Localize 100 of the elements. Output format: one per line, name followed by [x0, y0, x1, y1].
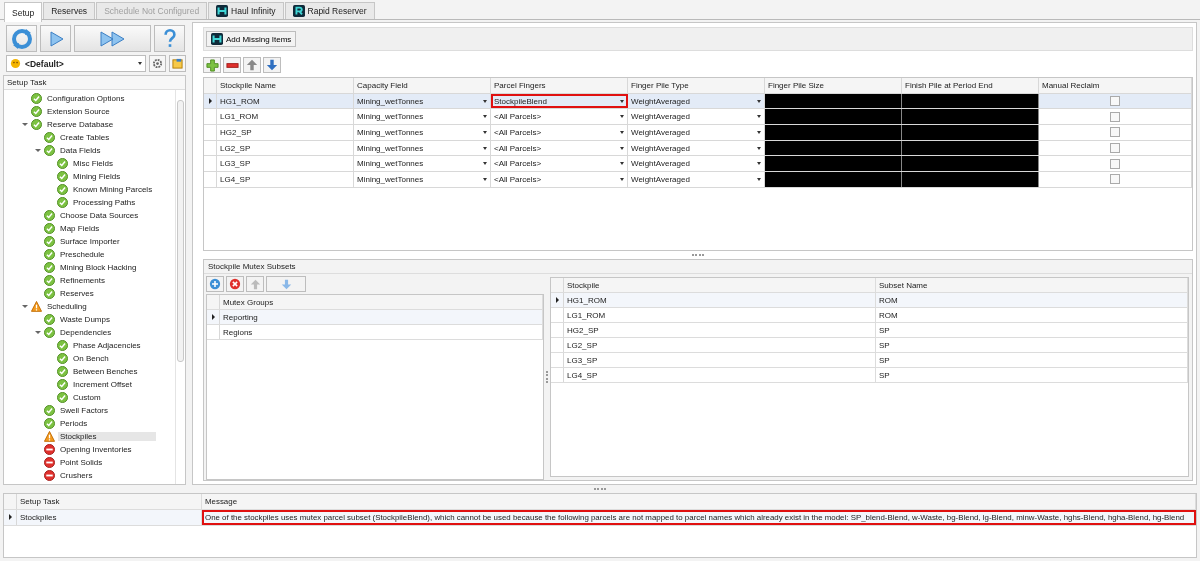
tree-item[interactable]: Opening Inventories	[58, 445, 134, 454]
splitter-grip[interactable]	[594, 487, 606, 490]
tree-item[interactable]: Mining Block Hacking	[58, 263, 139, 272]
tree-item[interactable]: On Bench	[71, 354, 111, 363]
dropdown-cell[interactable]: Mining_wetTonnes	[354, 125, 491, 140]
fast-forward-button[interactable]	[74, 25, 151, 52]
expander-icon[interactable]	[34, 329, 41, 336]
dropdown-cell[interactable]: Mining_wetTonnes	[354, 140, 491, 156]
notes-button[interactable]	[169, 55, 186, 72]
tree-item[interactable]: Known Mining Parcels	[71, 185, 155, 194]
dropdown-cell[interactable]: StockpileBlend	[491, 93, 628, 109]
tree-item[interactable]: Data Fields	[58, 146, 103, 155]
tree-item[interactable]: Custom	[71, 393, 103, 402]
tree-item[interactable]: Misc Fields	[71, 159, 115, 168]
current-row-icon	[555, 297, 559, 303]
expander-icon[interactable]	[21, 303, 28, 310]
tree-item[interactable]: Dependencies	[58, 328, 114, 337]
tab[interactable]: Rapid Reserver	[284, 2, 375, 19]
dropdown-cell[interactable]: Mining_wetTonnes	[354, 156, 491, 172]
gear-icon	[152, 58, 163, 69]
table-cell: SP	[876, 338, 1188, 352]
table-cell[interactable]: Regions	[220, 325, 543, 339]
dropdown-cell[interactable]: <All Parcels>	[491, 109, 628, 125]
tree-item[interactable]: Increment Offset	[71, 380, 134, 389]
table-cell: SP	[876, 353, 1188, 367]
dropdown-cell[interactable]: <All Parcels>	[491, 140, 628, 156]
down-arrow-icon	[280, 278, 292, 290]
move-up-button[interactable]	[243, 57, 261, 73]
tree-item[interactable]: Point Solids	[58, 458, 105, 467]
tree-item[interactable]: Choose Data Sources	[58, 211, 141, 220]
add-button[interactable]	[203, 57, 221, 73]
tree-item[interactable]: Surface Importer	[58, 237, 122, 246]
current-row-icon	[8, 514, 12, 521]
plus-icon	[205, 58, 219, 72]
column-header: Finish Pile at Period End	[902, 78, 1039, 93]
delete-icon	[229, 278, 241, 290]
checkbox[interactable]	[1110, 96, 1120, 107]
tree-item[interactable]: Extension Source	[45, 107, 112, 116]
scrollbar-thumb[interactable]	[177, 100, 184, 362]
column-header: Stockpile	[564, 278, 876, 292]
dropdown-cell[interactable]: Mining_wetTonnes	[354, 93, 491, 109]
expander-icon[interactable]	[34, 147, 41, 154]
checkbox[interactable]	[1110, 111, 1120, 122]
expander-icon[interactable]	[21, 121, 28, 128]
table-cell: HG1_ROM	[564, 293, 876, 307]
dropdown-cell[interactable]: Mining_wetTonnes	[354, 172, 491, 187]
tree-item[interactable]: Reserve Database	[45, 120, 116, 129]
checkbox[interactable]	[1110, 174, 1120, 185]
tree-item[interactable]: Mining Fields	[71, 172, 123, 181]
tree-item[interactable]: Scheduling	[45, 302, 89, 311]
tree-item[interactable]: Stockpiles	[58, 432, 157, 441]
tree-item[interactable]: Reserves	[58, 289, 96, 298]
tab[interactable]: Reserves	[43, 2, 96, 19]
tree-item[interactable]: Processing Paths	[71, 198, 138, 207]
checkbox[interactable]	[1110, 143, 1120, 154]
tree-item[interactable]: Phase Adjacencies	[71, 341, 143, 350]
table-cell: LG3_SP	[564, 353, 876, 367]
move-down-button[interactable]	[263, 57, 281, 73]
panel-title: Stockpile Mutex Subsets	[204, 260, 1192, 274]
remove-button[interactable]	[223, 57, 241, 73]
dropdown-cell[interactable]: <All Parcels>	[491, 156, 628, 172]
logo-icon	[292, 5, 305, 17]
column-header: Mutex Groups	[220, 295, 543, 309]
profile-dropdown[interactable]: <Default>	[6, 55, 146, 72]
help-button[interactable]	[154, 25, 185, 52]
refresh-button[interactable]	[6, 25, 37, 52]
clipboard-icon	[172, 58, 183, 69]
checkbox[interactable]	[1110, 158, 1120, 169]
down-arrow-icon	[266, 59, 278, 71]
tree-item[interactable]: Periods	[58, 419, 90, 428]
tree-item[interactable]: Waste Dumps	[58, 315, 112, 324]
dropdown-caret-icon	[138, 62, 142, 65]
column-header: Setup Task	[4, 76, 185, 90]
tree-item[interactable]: Create Tables	[58, 133, 112, 142]
table-cell: SP	[876, 323, 1188, 337]
tree-item[interactable]: Map Fields	[58, 224, 102, 233]
table-cell: LG1_ROM	[217, 109, 354, 125]
checkbox[interactable]	[1110, 127, 1120, 138]
table-cell: LG4_SP	[217, 172, 354, 187]
tab[interactable]: Setup	[4, 2, 43, 22]
column-header: Finger Pile Type	[628, 78, 765, 93]
move-down-button[interactable]	[266, 276, 306, 292]
add-missing-items-button[interactable]: Add Missing Items	[206, 31, 297, 47]
tree-item[interactable]: Swell Factors	[58, 406, 110, 415]
delete-button[interactable]	[226, 276, 244, 292]
dropdown-cell[interactable]: <All Parcels>	[491, 125, 628, 140]
table-cell: LG4_SP	[564, 368, 876, 382]
add-button[interactable]	[206, 276, 224, 292]
tab[interactable]: Haul Infinity	[208, 2, 284, 19]
dropdown-cell[interactable]: Mining_wetTonnes	[354, 109, 491, 125]
play-button[interactable]	[40, 25, 71, 52]
tree-item[interactable]: Crushers	[58, 471, 95, 480]
tree-item[interactable]: Refinements	[58, 276, 107, 285]
tree-item[interactable]: Configuration Options	[45, 94, 127, 103]
table-cell: HG2_SP	[217, 125, 354, 140]
dropdown-cell[interactable]: <All Parcels>	[491, 172, 628, 187]
tree-item[interactable]: Between Benches	[71, 367, 140, 376]
table-cell: Stockpiles	[17, 509, 202, 525]
settings-button[interactable]	[149, 55, 166, 72]
tree-item[interactable]: Preschedule	[58, 250, 107, 259]
